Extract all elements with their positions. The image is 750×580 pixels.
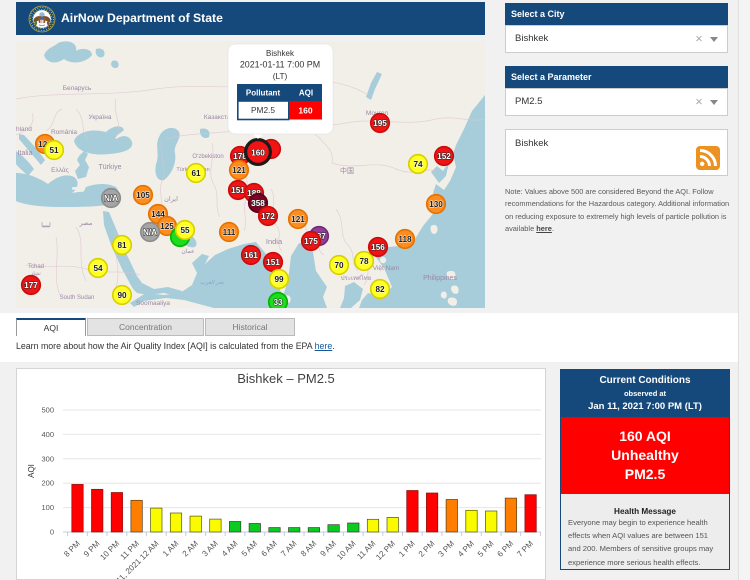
svg-text:160: 160 xyxy=(298,106,312,116)
svg-text:33: 33 xyxy=(273,298,283,307)
svg-text:172: 172 xyxy=(261,212,275,221)
svg-text:ประเทศไทย: ประเทศไทย xyxy=(341,274,372,282)
svg-text:Italia: Italia xyxy=(18,150,33,157)
svg-text:118: 118 xyxy=(398,235,412,244)
svg-text:Україна: Україна xyxy=(89,114,112,121)
svg-text:81: 81 xyxy=(117,241,127,250)
svg-text:111: 111 xyxy=(223,228,236,237)
svg-text:54: 54 xyxy=(93,264,103,273)
svg-text:195: 195 xyxy=(373,119,387,128)
svg-text:105: 105 xyxy=(136,191,150,200)
svg-text:România: România xyxy=(51,129,77,136)
svg-text:55: 55 xyxy=(180,226,190,235)
svg-text:Ελλάς: Ελλάς xyxy=(51,166,69,174)
svg-text:175: 175 xyxy=(304,237,318,246)
svg-text:بحر العرب: بحر العرب xyxy=(200,279,224,286)
svg-text:151: 151 xyxy=(266,258,280,267)
svg-text:AQI: AQI xyxy=(27,464,36,478)
svg-text:500: 500 xyxy=(41,406,54,415)
svg-text:61: 61 xyxy=(191,169,201,178)
svg-text:AQI: AQI xyxy=(299,89,313,98)
svg-text:121: 121 xyxy=(232,166,246,175)
svg-text:151: 151 xyxy=(231,186,245,195)
svg-text:Soomaaliya: Soomaaliya xyxy=(136,300,170,307)
svg-text:PM2.5: PM2.5 xyxy=(251,105,275,115)
svg-text:Bishkek – PM2.5: Bishkek – PM2.5 xyxy=(237,371,335,386)
svg-text:Türkiye: Türkiye xyxy=(99,164,122,171)
svg-text:0: 0 xyxy=(50,528,54,537)
svg-text:51: 51 xyxy=(49,146,59,155)
svg-text:90: 90 xyxy=(117,291,127,300)
svg-text:74: 74 xyxy=(413,160,423,169)
svg-text:358: 358 xyxy=(251,199,265,208)
svg-text:121: 121 xyxy=(291,215,305,224)
svg-text:100: 100 xyxy=(41,503,54,512)
svg-text:2021-01-11 7:00 PM: 2021-01-11 7:00 PM xyxy=(240,60,320,70)
svg-text:N/A: N/A xyxy=(104,194,118,203)
svg-text:N/A: N/A xyxy=(143,228,157,237)
svg-text:156: 156 xyxy=(371,243,385,252)
svg-text:Беларусь: Беларусь xyxy=(63,85,92,92)
svg-text:Pollutant: Pollutant xyxy=(246,89,281,98)
svg-text:Philippines: Philippines xyxy=(423,275,457,282)
svg-text:130: 130 xyxy=(429,200,443,209)
svg-text:中国: 中国 xyxy=(340,166,354,175)
svg-text:South Sudan: South Sudan xyxy=(60,295,95,301)
svg-text:400: 400 xyxy=(41,430,54,439)
svg-text:Tchad: Tchad xyxy=(28,264,44,270)
svg-text:O‘zbekiston: O‘zbekiston xyxy=(192,154,223,160)
svg-text:Bishkek: Bishkek xyxy=(266,49,295,58)
svg-text:160: 160 xyxy=(251,149,265,158)
svg-text:ليبيا: ليبيا xyxy=(41,221,51,229)
svg-text:177: 177 xyxy=(24,281,38,290)
svg-text:عمان: عمان xyxy=(181,248,194,255)
svg-text:200: 200 xyxy=(41,479,54,488)
svg-text:125: 125 xyxy=(160,222,174,231)
svg-text:hland: hland xyxy=(16,126,32,133)
svg-text:مصر: مصر xyxy=(79,220,93,227)
svg-text:Việt Nam: Việt Nam xyxy=(373,265,400,272)
svg-text:82: 82 xyxy=(375,285,385,294)
svg-text:161: 161 xyxy=(244,251,258,260)
svg-text:(LT): (LT) xyxy=(273,71,288,81)
svg-text:ايران: ايران xyxy=(164,195,178,203)
svg-text:70: 70 xyxy=(334,261,344,270)
svg-text:India: India xyxy=(266,237,283,246)
svg-text:300: 300 xyxy=(41,454,54,463)
svg-text:99: 99 xyxy=(274,275,284,284)
svg-text:152: 152 xyxy=(437,152,451,161)
svg-text:78: 78 xyxy=(359,257,369,266)
